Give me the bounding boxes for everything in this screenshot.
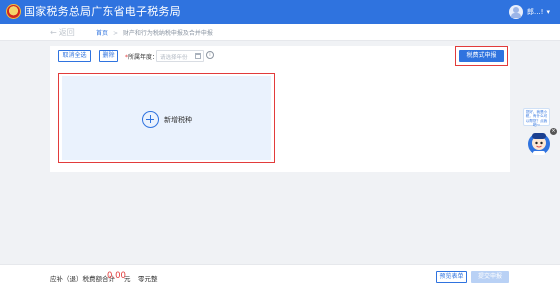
breadcrumb: 首页 > 财产和行为税纳税申报及合并申报 [96,28,213,37]
user-menu[interactable]: 郎...! ▾ [509,5,550,19]
back-label: 返回 [58,28,75,37]
back-arrow-icon: ← [50,28,57,37]
calendar-icon [195,53,201,59]
tax-report-button[interactable]: 税费式申报 [459,50,504,62]
year-label-text: 所属年度： [128,54,159,61]
breadcrumb-current: 财产和行为税纳税申报及合并申报 [122,30,213,37]
assistant-mascot-icon[interactable] [527,130,551,156]
plus-icon [142,111,159,128]
user-name: 郎...! [527,8,544,16]
close-icon[interactable]: × [550,128,557,135]
site-title: 国家税务总局广东省电子税务局 [24,5,181,18]
total-amount-words: 零元整 [138,275,158,283]
delete-button[interactable]: 删除 [99,50,118,62]
add-tax-label: 新增税种 [164,116,192,124]
year-label: *所属年度： [125,54,159,61]
year-placeholder: 请选择年份 [160,55,188,61]
preview-form-button[interactable]: 预览表单 [436,271,467,283]
chevron-down-icon: ▾ [546,8,550,16]
year-select-input[interactable]: 请选择年份 [156,50,204,62]
submit-report-button[interactable]: 提交申报 [471,271,509,283]
info-icon[interactable]: i [206,51,214,59]
assistant-bubble[interactable]: 您好，我是小税，有什么可以帮您？点我吧～ [523,108,550,127]
add-tax-card[interactable]: 新增税种 [62,76,271,160]
avatar-icon [509,5,523,19]
breadcrumb-home-link[interactable]: 首页 [96,30,108,37]
breadcrumb-bar: ← 返回 首页 > 财产和行为税纳税申报及合并申报 [0,24,560,41]
breadcrumb-separator: > [112,30,118,37]
total-unit: 元 [124,275,131,283]
top-header: 国家税务总局广东省电子税务局 郎...! ▾ [0,0,560,24]
total-label: 应补（退）税费额合计 [50,275,115,283]
main-panel: 取消全选 删除 *所属年度： 请选择年份 i 税费式申报 新增税种 [50,46,510,172]
footer-bar: 应补（退）税费额合计 0.00 元 零元整 预览表单 提交申报 [0,264,560,289]
tax-emblem-logo [6,4,21,19]
cancel-select-all-button[interactable]: 取消全选 [58,50,91,62]
back-button[interactable]: ← 返回 [50,27,75,38]
